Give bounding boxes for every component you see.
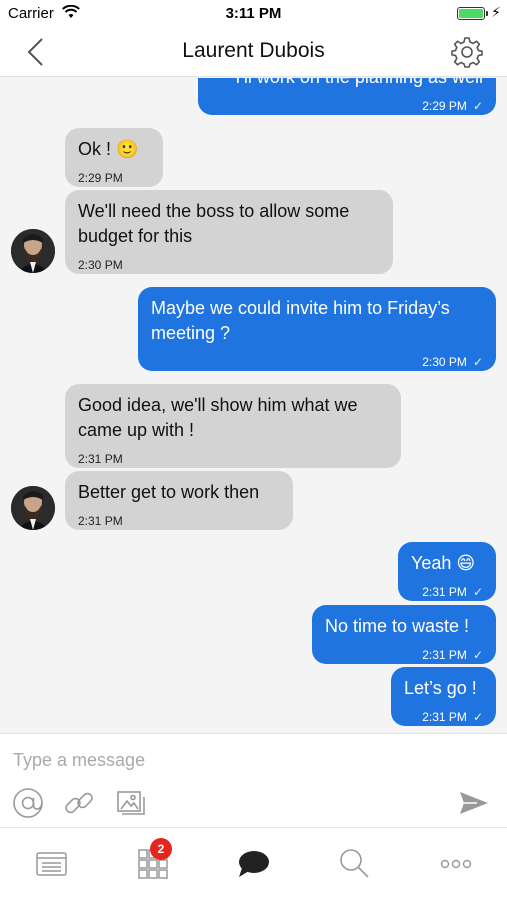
apps-tab-icon[interactable]: 2 bbox=[134, 838, 174, 884]
more-tab-icon[interactable] bbox=[436, 844, 476, 884]
message-input[interactable] bbox=[13, 746, 483, 774]
message-text: Better get to work then bbox=[78, 482, 260, 502]
message-time: 2:31 PM bbox=[78, 514, 123, 528]
notification-badge: 2 bbox=[150, 838, 172, 860]
read-check-icon: ✓ bbox=[472, 710, 483, 724]
status-bar: Carrier 3:11 PM ⚡ bbox=[0, 0, 507, 27]
message-bubble-outgoing[interactable]: Let’s go ! 2:31 PM ✓ bbox=[391, 667, 496, 726]
chat-tab-icon[interactable] bbox=[234, 844, 274, 884]
message-text: Maybe we could invite him to Friday’s me… bbox=[151, 298, 450, 343]
composer bbox=[0, 733, 507, 827]
read-check-icon: ✓ bbox=[472, 355, 483, 369]
message-meta: 2:31 PM ✓ bbox=[391, 701, 496, 733]
message-bubble-outgoing[interactable]: Maybe we could invite him to Friday’s me… bbox=[138, 287, 496, 371]
read-check-icon: ✓ bbox=[472, 585, 483, 599]
message-time: 2:29 PM bbox=[422, 99, 467, 113]
chat-area[interactable]: I'll work on the planning as well 2:29 P… bbox=[0, 78, 507, 733]
battery-tip bbox=[486, 11, 488, 16]
message-bubble-incoming[interactable]: Ok ! 🙂 2:29 PM bbox=[65, 128, 163, 187]
tab-bar: 2 bbox=[0, 827, 507, 900]
search-tab-icon[interactable] bbox=[334, 844, 374, 884]
send-icon[interactable] bbox=[457, 786, 491, 820]
message-meta: 2:30 PM ✓ bbox=[138, 346, 496, 383]
clock: 3:11 PM bbox=[225, 5, 282, 22]
message-text: Good idea, we'll show him what we came u… bbox=[78, 395, 358, 440]
image-icon[interactable] bbox=[113, 786, 147, 820]
read-check-icon: ✓ bbox=[472, 648, 483, 662]
message-text: Ok ! 🙂 bbox=[78, 139, 139, 159]
message-time: 2:30 PM bbox=[422, 355, 467, 369]
message-text: Yeah 😄 bbox=[411, 553, 476, 573]
message-bubble-outgoing[interactable]: I'll work on the planning as well 2:29 P… bbox=[198, 78, 496, 115]
feed-tab-icon[interactable] bbox=[32, 844, 72, 884]
message-bubble-incoming[interactable]: We'll need the boss to allow some budget… bbox=[65, 190, 393, 274]
message-text: Let’s go ! bbox=[404, 678, 477, 698]
read-check-icon: ✓ bbox=[472, 99, 483, 113]
gear-icon[interactable] bbox=[451, 36, 483, 68]
avatar[interactable] bbox=[11, 229, 55, 273]
message-bubble-incoming[interactable]: Good idea, we'll show him what we came u… bbox=[65, 384, 401, 468]
message-text: No time to waste ! bbox=[325, 616, 470, 636]
message-time: 2:31 PM bbox=[422, 648, 467, 662]
battery-icon bbox=[457, 7, 485, 20]
message-time: 2:30 PM bbox=[78, 258, 123, 272]
avatar[interactable] bbox=[11, 486, 55, 530]
message-text: We'll need the boss to allow some budget… bbox=[78, 201, 350, 246]
nav-bar: Laurent Dubois bbox=[0, 27, 507, 77]
message-text: I'll work on the planning as well bbox=[198, 78, 496, 90]
at-icon[interactable] bbox=[11, 786, 45, 820]
message-time: 2:31 PM bbox=[422, 585, 467, 599]
message-bubble-outgoing[interactable]: No time to waste ! 2:31 PM ✓ bbox=[312, 605, 496, 664]
message-time: 2:31 PM bbox=[422, 710, 467, 724]
contact-name: Laurent Dubois bbox=[182, 39, 325, 62]
message-meta: 2:29 PM ✓ bbox=[198, 90, 496, 127]
message-bubble-outgoing[interactable]: Yeah 😄 2:31 PM ✓ bbox=[398, 542, 496, 601]
link-icon[interactable] bbox=[62, 786, 96, 820]
charging-icon: ⚡ bbox=[491, 4, 501, 20]
message-bubble-incoming[interactable]: Better get to work then 2:31 PM bbox=[65, 471, 293, 530]
